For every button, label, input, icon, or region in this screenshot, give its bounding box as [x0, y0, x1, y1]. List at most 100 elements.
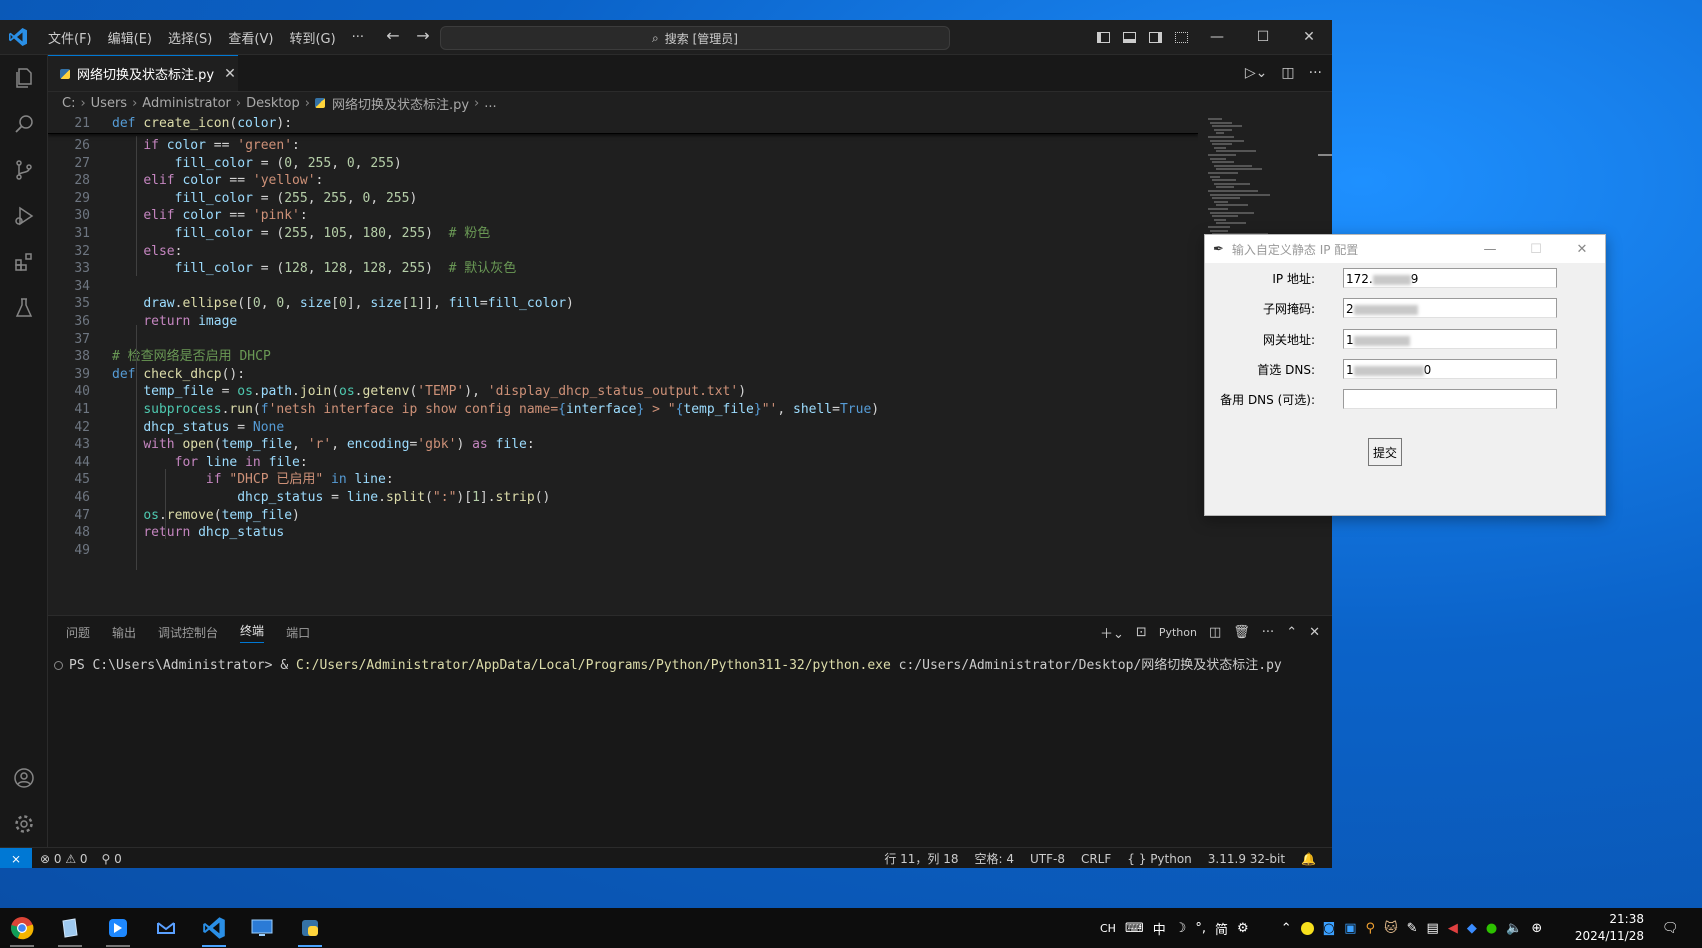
code-editor[interactable]: 21 def create_icon(color): 26 if color == … [48, 114, 1198, 570]
panel-more-icon[interactable]: ··· [1262, 625, 1274, 640]
tray-red-icon[interactable]: ◀ [1448, 921, 1458, 936]
search-view-icon[interactable] [0, 101, 47, 147]
customize-layout-icon[interactable] [1168, 20, 1194, 54]
code-line[interactable]: 30 elif color == 'pink': [48, 206, 1198, 225]
editor-scrollbar[interactable] [1318, 154, 1332, 156]
breadcrumb-file[interactable]: 网络切换及状态标注.py [332, 94, 469, 113]
show-hidden-icons-chevron-icon[interactable]: ⌃ [1281, 921, 1292, 936]
toggle-panel-icon[interactable] [1116, 20, 1142, 54]
mail-app-taskbar-icon[interactable] [144, 908, 188, 948]
secondary-dns-input[interactable] [1343, 389, 1557, 409]
split-terminal-icon[interactable]: ◫ [1209, 625, 1221, 640]
primary-dns-input[interactable]: 10 [1343, 359, 1557, 379]
clock[interactable]: 21:38 2024/11/28 [1575, 911, 1644, 945]
python-taskbar-icon[interactable] [288, 908, 332, 948]
explorer-icon[interactable] [0, 55, 47, 101]
code-line[interactable]: 46 dhcp_status = line.split(":")[1].stri… [48, 488, 1198, 507]
toggle-primary-sidebar-icon[interactable] [1090, 20, 1116, 54]
language-mode[interactable]: { } Python [1127, 852, 1192, 866]
gateway-input[interactable]: 1 [1343, 329, 1557, 349]
pin-app-taskbar-icon[interactable] [96, 908, 140, 948]
code-line[interactable]: 38 # 检查网络是否启用 DHCP [48, 347, 1198, 366]
terminal-shell-icon[interactable]: ⊡ [1136, 625, 1147, 640]
volume-icon[interactable]: 🔈 [1506, 921, 1522, 936]
ports-status[interactable]: ⚲ 0 [102, 852, 122, 866]
source-control-icon[interactable] [0, 147, 47, 193]
code-line[interactable]: 40 temp_file = os.path.join(os.getenv('T… [48, 382, 1198, 401]
ip-address-input[interactable]: 172. 9 [1343, 268, 1557, 288]
ime-simplified[interactable]: 简 [1215, 919, 1228, 938]
tab-python-file[interactable]: 网络切换及状态标注.py ✕ [48, 55, 238, 91]
menu-edit[interactable]: 编辑(E) [100, 28, 160, 47]
indentation[interactable]: 空格: 4 [974, 850, 1014, 867]
ime-chinese[interactable]: 中 [1153, 919, 1166, 938]
tab-terminal[interactable]: 终端 [240, 622, 265, 643]
code-line[interactable]: 45 if "DHCP 已启用" in line: [48, 470, 1198, 489]
code-line[interactable]: 29 fill_color = (255, 255, 0, 255) [48, 189, 1198, 208]
more-actions-icon[interactable]: ··· [1309, 65, 1322, 81]
code-line[interactable]: 47 os.remove(temp_file) [48, 506, 1198, 525]
code-line[interactable]: 32 else: [48, 242, 1198, 261]
code-line[interactable]: 48 return dhcp_status [48, 523, 1198, 542]
code-line[interactable]: 43 with open(temp_file, 'r', encoding='g… [48, 435, 1198, 454]
breadcrumb-symbol[interactable]: ... [484, 96, 496, 111]
code-line[interactable]: 34 [48, 277, 1198, 296]
code-line[interactable]: 33 fill_color = (128, 128, 128, 255) # 默… [48, 259, 1198, 278]
testing-flask-icon[interactable] [0, 285, 47, 331]
account-icon[interactable] [0, 755, 47, 801]
code-line[interactable]: 49 [48, 541, 1198, 560]
tray-yellow-dot-icon[interactable] [1300, 921, 1314, 935]
ime-halfwidth-icon[interactable]: ☽ [1175, 921, 1187, 936]
code-line[interactable]: 44 for line in file: [48, 453, 1198, 472]
ime-ch[interactable]: CH [1100, 922, 1116, 935]
split-editor-icon[interactable]: ◫ [1281, 65, 1294, 81]
run-debug-icon[interactable] [0, 193, 47, 239]
command-center-search[interactable]: ⌕ 搜索 [管理员] [440, 26, 950, 50]
ime-punct-icon[interactable]: °, [1195, 921, 1206, 936]
network-globe-icon[interactable]: ⊕ [1531, 921, 1542, 936]
close-panel-icon[interactable]: ✕ [1309, 625, 1320, 640]
breadcrumb-users[interactable]: Users [91, 96, 127, 111]
python-interpreter[interactable]: 3.11.9 32-bit [1208, 852, 1285, 866]
dialog-minimize-button[interactable]: — [1467, 235, 1513, 263]
close-window-button[interactable]: ✕ [1286, 20, 1332, 54]
end-of-line[interactable]: CRLF [1081, 852, 1111, 866]
forward-arrow-icon[interactable]: → [412, 26, 434, 45]
submit-button[interactable]: 提交 [1368, 438, 1402, 466]
code-line[interactable]: 35 draw.ellipse([0, 0, size[0], size[1]]… [48, 294, 1198, 313]
menu-more[interactable]: ··· [344, 30, 372, 45]
code-line[interactable]: 36 return image [48, 312, 1198, 331]
notification-center-icon[interactable]: 🗨 [1662, 908, 1679, 948]
tray-wechat-icon[interactable]: ● [1486, 921, 1497, 936]
toggle-secondary-sidebar-icon[interactable] [1142, 20, 1168, 54]
cursor-position[interactable]: 行 11，列 18 [884, 850, 958, 867]
minimize-button[interactable]: — [1194, 20, 1240, 54]
tray-search-icon[interactable]: ⚲ [1366, 921, 1376, 936]
code-line[interactable]: 27 fill_color = (0, 255, 0, 255) [48, 154, 1198, 173]
tray-app-icon[interactable]: ▤ [1427, 921, 1439, 936]
kill-terminal-trash-icon[interactable]: 🗑 [1233, 625, 1250, 640]
menu-go[interactable]: 转到(G) [281, 28, 343, 47]
tray-pin-icon[interactable]: ◆ [1467, 921, 1477, 936]
menu-file[interactable]: 文件(F) [40, 28, 100, 47]
maximize-button[interactable]: ☐ [1240, 20, 1286, 54]
ime-keyboard-icon[interactable]: ⌨ [1125, 921, 1144, 936]
tray-cat-icon[interactable]: 🐱 [1384, 921, 1398, 936]
tab-output[interactable]: 输出 [112, 624, 136, 641]
encoding[interactable]: UTF-8 [1030, 852, 1065, 866]
code-line[interactable]: 31 fill_color = (255, 105, 180, 255) # 粉… [48, 224, 1198, 243]
tab-debug-console[interactable]: 调试控制台 [158, 624, 218, 641]
code-line[interactable]: 26 if color == 'green': [48, 136, 1198, 155]
terminal-output[interactable]: PS C:\Users\Administrator> & C:/Users/Ad… [54, 654, 1282, 673]
new-terminal-icon[interactable]: ＋⌄ [1100, 623, 1124, 642]
tab-close-icon[interactable]: ✕ [224, 66, 236, 82]
vscode-taskbar-icon[interactable] [192, 908, 236, 948]
breadcrumb-admin[interactable]: Administrator [142, 96, 231, 111]
problems-status[interactable]: ⊗ 0 ⚠ 0 [40, 852, 88, 866]
maximize-panel-icon[interactable]: ⌃ [1286, 625, 1297, 640]
code-line[interactable]: 28 elif color == 'yellow': [48, 171, 1198, 190]
terminal-shell-label[interactable]: Python [1159, 626, 1197, 639]
extensions-icon[interactable] [0, 239, 47, 285]
tab-problems[interactable]: 问题 [66, 624, 90, 641]
notifications-bell-icon[interactable]: 🔔 [1301, 852, 1316, 866]
